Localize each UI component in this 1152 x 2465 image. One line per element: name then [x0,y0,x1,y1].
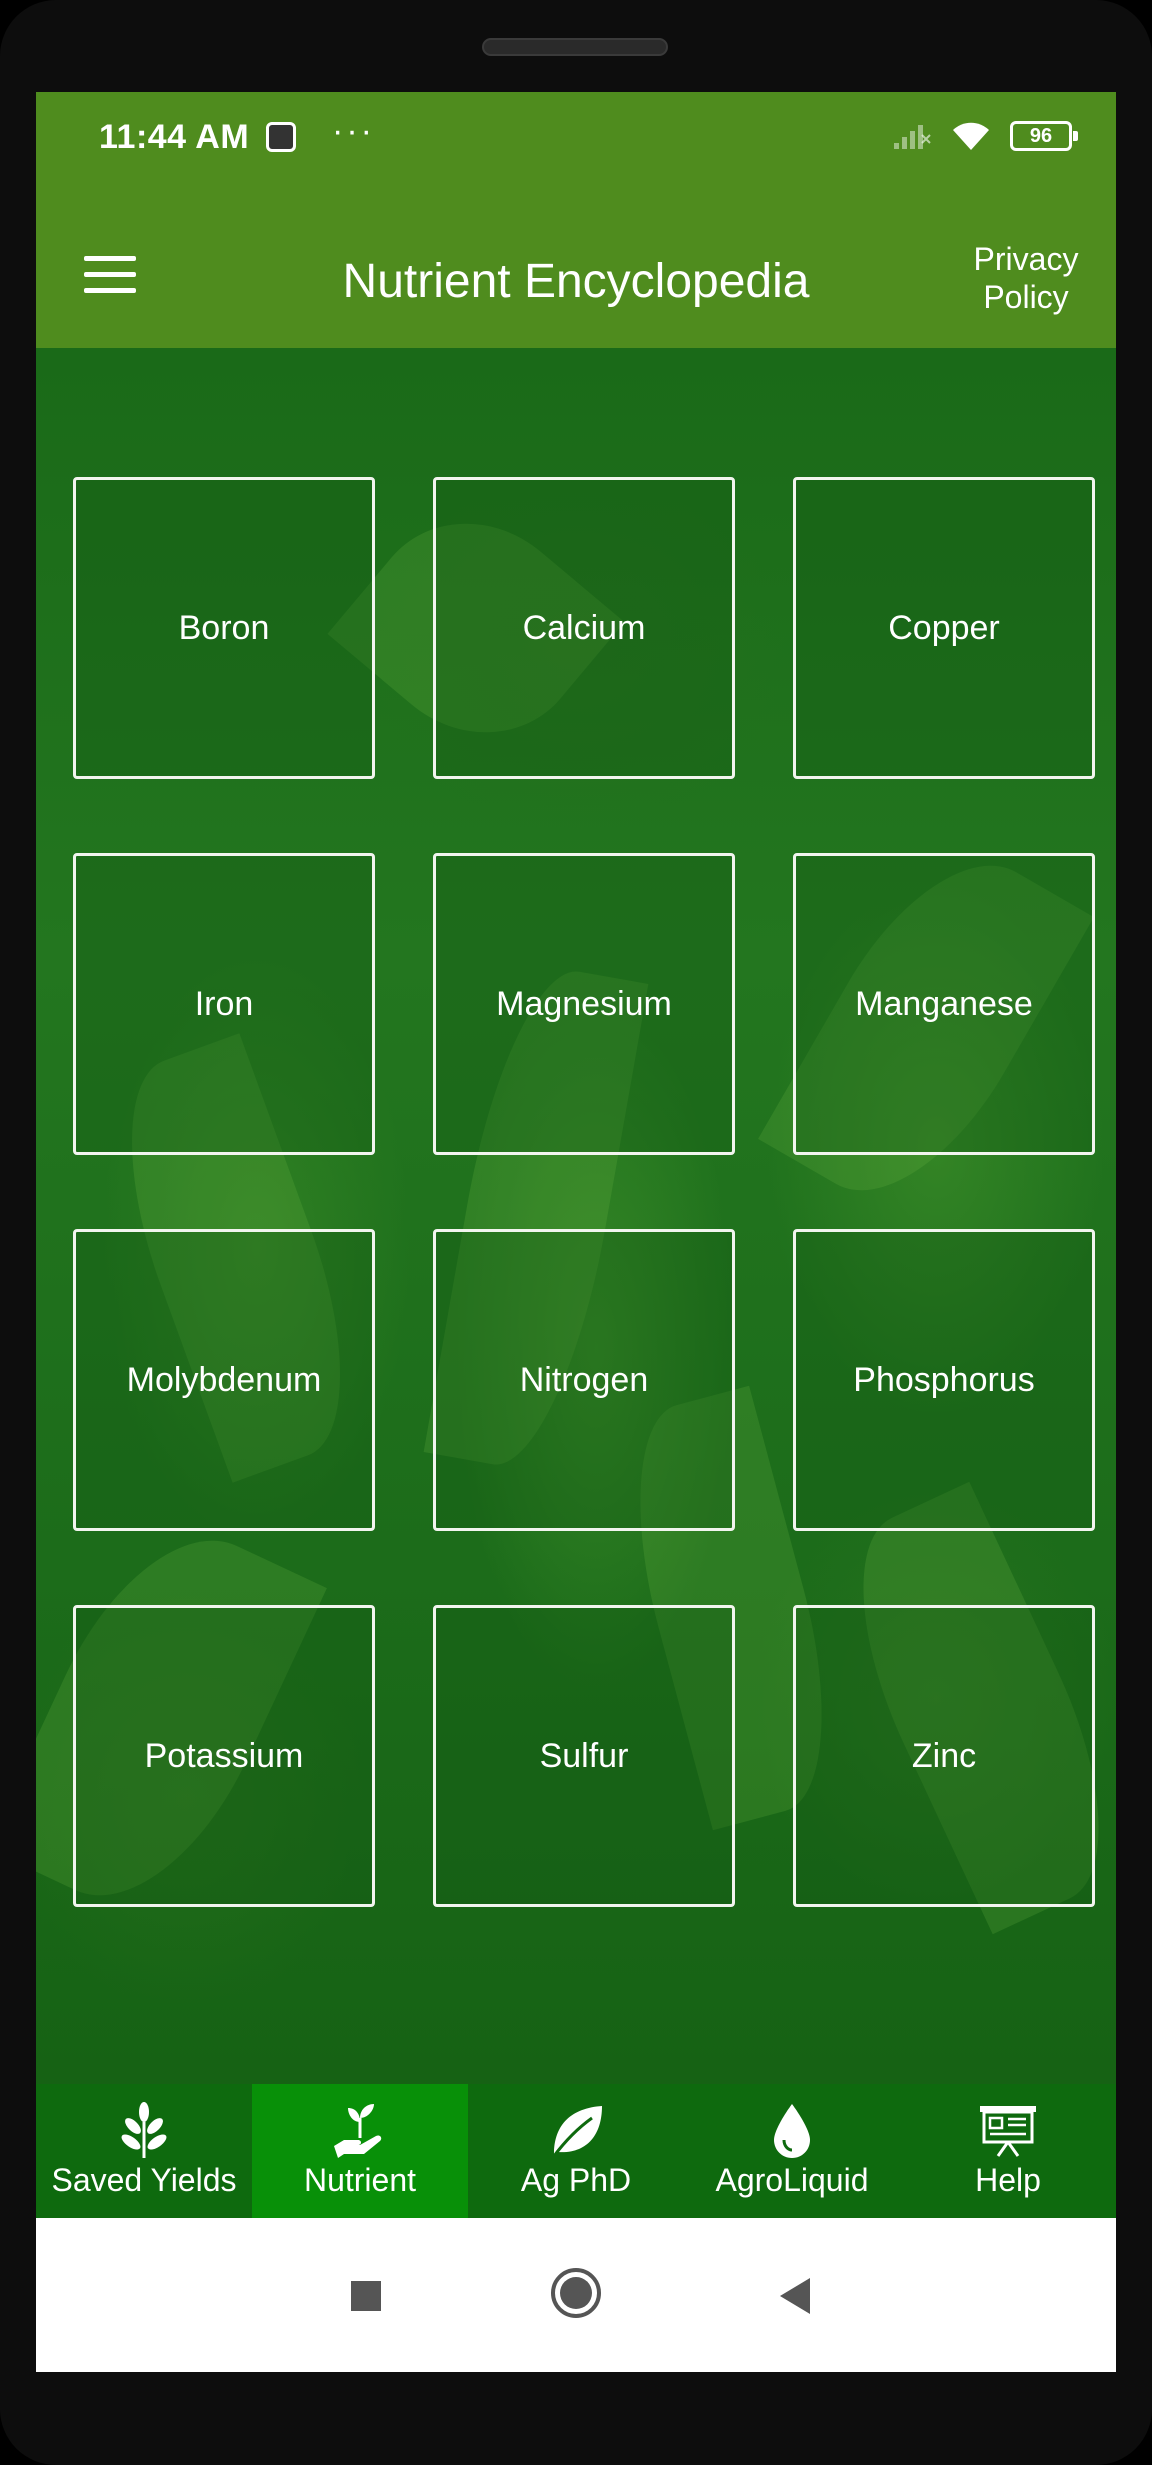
home-button[interactable] [546,2263,606,2323]
nav-nutrient[interactable]: Nutrient [252,2084,468,2218]
leaf-icon [552,2106,602,2157]
phone-frame: 11:44 AM ··· 96 Nutrient Encyclopedia Pr… [0,0,1152,2465]
back-button[interactable] [766,2266,826,2326]
square-icon [351,2281,381,2311]
recent-apps-button[interactable] [336,2266,396,2326]
nutrient-tile-manganese[interactable]: Manganese [793,853,1095,1155]
circle-icon [551,2268,601,2318]
nutrient-tile-iron[interactable]: Iron [73,853,375,1155]
nav-help[interactable]: Help [900,2084,1116,2218]
more-notifications-icon: ··· [332,112,375,150]
droplet-icon [774,2104,810,2158]
privacy-policy-link[interactable]: Privacy Policy [966,240,1086,316]
nutrient-tile-sulfur[interactable]: Sulfur [433,1605,735,1907]
page-title: Nutrient Encyclopedia [342,255,810,308]
sprout-icon [121,2102,167,2158]
nav-label: Ag PhD [520,2162,632,2198]
nav-label: Saved Yields [51,2162,237,2198]
nutrient-grid: Boron Calcium Copper Iron Magnesium Mang… [36,348,1116,2084]
hand-plant-icon [334,2104,382,2158]
nav-ag-phd[interactable]: Ag PhD [468,2084,684,2218]
nav-saved-yields[interactable]: Saved Yields [36,2084,252,2218]
nutrient-tile-potassium[interactable]: Potassium [73,1605,375,1907]
nav-label: Help [975,2162,1041,2198]
nutrient-grid-area: Boron Calcium Copper Iron Magnesium Mang… [36,348,1116,2084]
presentation-icon [980,2106,1036,2157]
nav-label: AgroLiquid [715,2162,869,2198]
nutrient-tile-copper[interactable]: Copper [793,477,1095,779]
battery-icon: 96 [1010,121,1078,151]
triangle-back-icon [780,2278,810,2314]
nutrient-tile-magnesium[interactable]: Magnesium [433,853,735,1155]
nutrient-tile-zinc[interactable]: Zinc [793,1605,1095,1907]
notification-app-icon [266,122,296,152]
app-bar: Nutrient Encyclopedia Privacy Policy [36,218,1116,348]
screen: 11:44 AM ··· 96 Nutrient Encyclopedia Pr… [36,92,1116,2372]
nav-agroliquid[interactable]: AgroLiquid [684,2084,900,2218]
privacy-policy-line1: Privacy [973,241,1079,277]
privacy-policy-line2: Policy [983,279,1069,315]
nutrient-tile-phosphorus[interactable]: Phosphorus [793,1229,1095,1531]
status-bar: 11:44 AM ··· 96 [36,92,1116,218]
system-navigation-bar [36,2218,1116,2372]
status-icons: 96 [892,120,1078,152]
nutrient-tile-molybdenum[interactable]: Molybdenum [73,1229,375,1531]
status-time: 11:44 AM [99,118,250,156]
cellular-signal-icon [894,125,931,149]
nutrient-tile-boron[interactable]: Boron [73,477,375,779]
wifi-icon [953,122,989,150]
nutrient-tile-calcium[interactable]: Calcium [433,477,735,779]
speaker-grille [482,38,668,56]
nav-label: Nutrient [303,2162,417,2198]
bottom-navigation: Saved Yields Nutrient Ag PhD AgroLiquid … [36,2084,1116,2218]
nutrient-tile-nitrogen[interactable]: Nitrogen [433,1229,735,1531]
